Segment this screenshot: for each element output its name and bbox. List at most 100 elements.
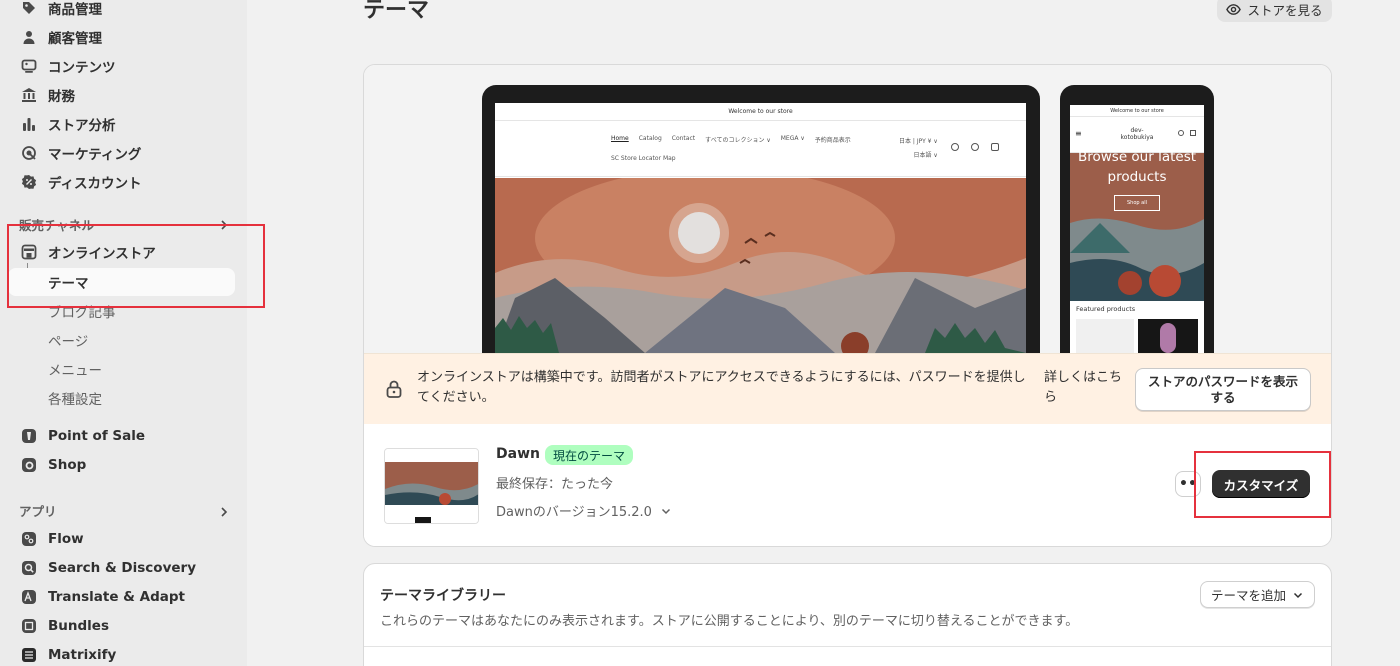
- sidebar-item-bundles[interactable]: Bundles: [8, 612, 235, 640]
- hero-illustration: [495, 178, 1026, 353]
- search-discovery-icon: [19, 558, 39, 578]
- chevron-down-icon: [1293, 592, 1303, 598]
- mobile-preview-frame: Welcome to our store ≡ dev- kotobukiya B…: [1060, 85, 1214, 353]
- desktop-preview-frame: Welcome to our store Home Catalog Contac…: [482, 85, 1040, 353]
- shop-all-button: Shop all: [1114, 195, 1160, 211]
- translate-icon: [19, 587, 39, 607]
- sidebar-item-matrixify[interactable]: Matrixify: [8, 641, 235, 666]
- sidebar-item-label: マーケティング: [48, 147, 142, 163]
- theme-version-dropdown[interactable]: Dawnのバージョン15.2.0: [496, 501, 672, 520]
- last-saved-text: 最終保存：たった今: [496, 477, 614, 492]
- mobile-preview-screen: Welcome to our store ≡ dev- kotobukiya B…: [1070, 105, 1204, 353]
- target-icon: [19, 143, 39, 163]
- store-nav-link: 予約商品表示: [814, 137, 851, 144]
- flow-icon: [19, 529, 39, 549]
- sidebar-item-label: 財務: [48, 89, 75, 105]
- sidebar-item-pages[interactable]: ページ: [8, 326, 235, 354]
- sidebar-item-label: 顧客管理: [48, 31, 102, 47]
- view-store-button[interactable]: ストアを見る: [1217, 0, 1332, 22]
- learn-more-link[interactable]: 詳しくはこちら: [1044, 368, 1128, 408]
- add-theme-label: テーマを追加: [1210, 588, 1286, 603]
- sidebar-item-label: Matrixify: [48, 647, 117, 663]
- featured-heading: Featured products: [1076, 305, 1136, 313]
- chart-bar-icon: [19, 114, 39, 134]
- page-title: テーマ: [363, 0, 430, 23]
- sidebar-item-customers[interactable]: 顧客管理: [8, 23, 235, 51]
- sidebar-item-shop[interactable]: Shop: [8, 451, 235, 479]
- store-nav-link: Contact: [671, 135, 696, 142]
- sidebar-item-point-of-sale[interactable]: Point of Sale: [8, 422, 235, 450]
- menu-icon: ≡: [1075, 129, 1082, 138]
- sidebar-item-marketing[interactable]: マーケティング: [8, 139, 235, 167]
- sidebar-item-menus[interactable]: メニュー: [8, 355, 235, 383]
- store-header: Home Catalog Contact すべてのコレクション ∨ MEGA ∨…: [495, 121, 1026, 177]
- locale-selector: 日本 | JPY ¥ ∨ 日本語 ∨: [899, 138, 938, 159]
- password-banner: オンラインストアは構築中です。訪問者がストアにアクセスできるようにするには、パス…: [364, 353, 1331, 424]
- product-placeholder: [1076, 319, 1134, 353]
- sidebar-item-label: Search & Discovery: [48, 560, 196, 576]
- theme-library-title: テーマライブラリー: [380, 588, 506, 604]
- theme-version-label: Dawnのバージョン15.2.0: [496, 505, 652, 520]
- search-icon: [1178, 130, 1184, 136]
- person-icon: [19, 27, 39, 47]
- product-image: [1138, 319, 1198, 353]
- theme-thumbnail[interactable]: [384, 448, 479, 524]
- view-store-label: ストアを見る: [1247, 2, 1323, 18]
- cart-icon: [1190, 130, 1196, 136]
- current-theme-card: Welcome to our store Home Catalog Contac…: [363, 64, 1332, 547]
- sidebar-item-label: ディスカウント: [48, 176, 142, 192]
- sidebar-item-label: Translate & Adapt: [48, 589, 185, 605]
- apps-header: アプリ: [19, 504, 57, 519]
- content-icon: [19, 56, 39, 76]
- sidebar-item-label: ストア分析: [48, 118, 116, 134]
- theme-thumbnail-image: [385, 449, 478, 523]
- current-theme-badge: 現在のテーマ: [545, 445, 634, 465]
- discount-icon: [19, 172, 39, 192]
- desktop-preview-screen: Welcome to our store Home Catalog Contac…: [495, 103, 1026, 353]
- announcement-bar: Welcome to our store: [1070, 105, 1204, 117]
- divider: [364, 646, 1331, 647]
- announcement-bar: Welcome to our store: [495, 103, 1026, 121]
- chevron-down-icon: [661, 508, 670, 514]
- sidebar-item-discounts[interactable]: ディスカウント: [8, 168, 235, 196]
- account-icon: [971, 143, 979, 151]
- sidebar-item-products[interactable]: 商品管理: [8, 0, 235, 22]
- highlight-box: [7, 224, 265, 308]
- sidebar-item-analytics[interactable]: ストア分析: [8, 110, 235, 138]
- store-nav-link: SC Store Locator Map: [611, 155, 676, 162]
- bundles-icon: [19, 616, 39, 636]
- sidebar-item-finance[interactable]: 財務: [8, 81, 235, 109]
- tag-icon: [19, 0, 39, 18]
- lock-icon: [386, 380, 402, 398]
- view-password-button[interactable]: ストアのパスワードを表示する: [1135, 368, 1311, 411]
- theme-name: Dawn: [496, 446, 540, 462]
- theme-library-card: テーマライブラリー これらのテーマはあなたにのみ表示されます。ストアに公開するこ…: [363, 563, 1332, 666]
- sidebar-item-label: Point of Sale: [48, 428, 146, 444]
- sidebar-item-translate-adapt[interactable]: Translate & Adapt: [8, 583, 235, 611]
- sidebar-item-label: コンテンツ: [48, 60, 116, 76]
- chevron-right-icon[interactable]: [218, 506, 230, 518]
- sidebar-item-label: Flow: [48, 531, 84, 547]
- sidebar-item-label: Bundles: [48, 618, 109, 634]
- current-theme-row: Dawn 現在のテーマ 最終保存：たった今 Dawnのバージョン15.2.0 •…: [364, 424, 1331, 546]
- sidebar-item-flow[interactable]: Flow: [8, 525, 235, 553]
- banner-message: オンラインストアは構築中です。訪問者がストアにアクセスできるようにするには、パス…: [417, 370, 1026, 405]
- add-theme-button[interactable]: テーマを追加: [1200, 581, 1315, 608]
- sidebar-item-label: 商品管理: [48, 2, 102, 18]
- highlight-box: [1194, 451, 1331, 518]
- store-nav-link: Catalog: [638, 135, 662, 142]
- shop-icon: [19, 455, 39, 475]
- bank-icon: [19, 85, 39, 105]
- theme-preview: Welcome to our store Home Catalog Contac…: [364, 65, 1331, 353]
- search-icon: [951, 143, 959, 151]
- pos-icon: [19, 426, 39, 446]
- store-nav-link: Home: [611, 135, 629, 142]
- store-nav-link: MEGA ∨: [780, 135, 805, 142]
- sidebar-item-preferences[interactable]: 各種設定: [8, 384, 235, 412]
- matrixify-icon: [19, 645, 39, 665]
- theme-library-description: これらのテーマはあなたにのみ表示されます。ストアに公開することにより、別のテーマ…: [380, 614, 1079, 629]
- cart-icon: [991, 143, 999, 151]
- sidebar-item-search-discovery[interactable]: Search & Discovery: [8, 554, 235, 582]
- sidebar-item-content[interactable]: コンテンツ: [8, 52, 235, 80]
- sidebar: 商品管理 顧客管理 コンテンツ 財務 ストア分析 マーケティング ディスカウント…: [0, 0, 265, 666]
